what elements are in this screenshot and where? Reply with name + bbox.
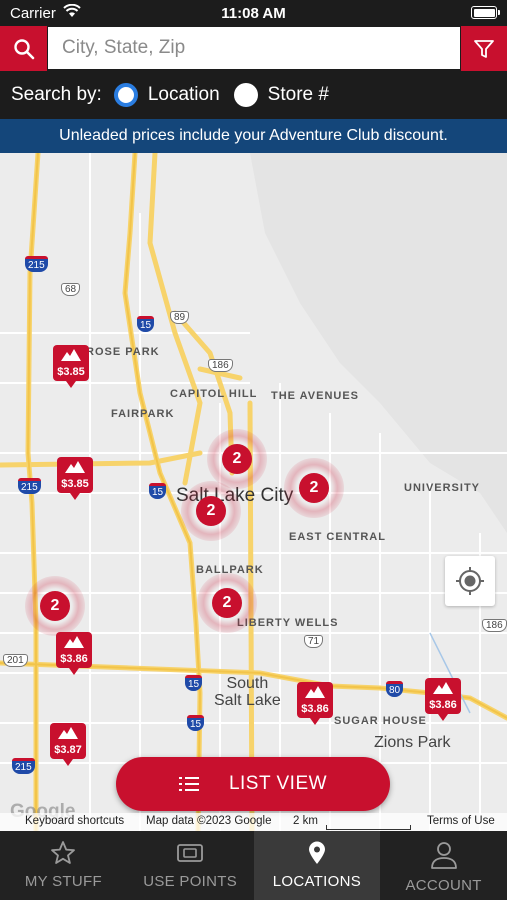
- star-icon: [51, 841, 76, 864]
- list-icon: [178, 777, 199, 791]
- clock: 11:08 AM: [221, 5, 286, 22]
- tab-label: USE POINTS: [143, 873, 238, 890]
- tab-account[interactable]: ACCOUNT: [380, 831, 507, 900]
- terms-link[interactable]: Terms of Use: [427, 815, 495, 827]
- discount-banner: Unleaded prices include your Adventure C…: [0, 119, 507, 153]
- list-view-button[interactable]: LIST VIEW: [116, 757, 390, 811]
- tab-use-points[interactable]: USE POINTS: [127, 831, 254, 900]
- store-logo-icon: [58, 727, 78, 739]
- cluster-count: 2: [40, 591, 70, 621]
- neighborhood-label: THE AVENUES: [271, 390, 360, 402]
- tab-bar: MY STUFF USE POINTS LOCATIONS ACCOUNT: [0, 831, 507, 900]
- road-shield: 186: [208, 359, 233, 372]
- store-price-pin[interactable]: $3.86: [425, 678, 461, 722]
- store-cluster-marker[interactable]: 2: [181, 481, 241, 541]
- my-location-button[interactable]: [445, 556, 495, 606]
- ticket-icon: [177, 844, 204, 862]
- keyboard-shortcuts-link[interactable]: Keyboard shortcuts: [25, 815, 124, 827]
- scale-label: 2 km: [293, 815, 318, 827]
- pin-price: $3.85: [61, 478, 89, 490]
- battery-icon: [471, 6, 500, 19]
- neighborhood-label: CAPITOL HILL: [170, 388, 258, 400]
- cluster-count: 2: [196, 496, 226, 526]
- radio-unselected-icon: [233, 83, 258, 107]
- tab-locations[interactable]: LOCATIONS: [253, 831, 381, 900]
- store-logo-icon: [61, 349, 81, 361]
- store-cluster-marker[interactable]: 2: [197, 573, 257, 633]
- road-shield: 80: [386, 681, 404, 697]
- pin-price: $3.86: [429, 699, 457, 711]
- store-price-pin[interactable]: $3.86: [297, 682, 333, 726]
- store-price-pin[interactable]: $3.85: [57, 457, 93, 501]
- tab-label: ACCOUNT: [405, 877, 482, 894]
- search-input[interactable]: [48, 27, 460, 69]
- store-price-pin[interactable]: $3.87: [50, 723, 86, 767]
- search-by-row: Search by: Location Store #: [0, 71, 507, 119]
- pin-price: $3.86: [301, 703, 329, 715]
- search-icon: [13, 38, 34, 59]
- neighborhood-label: ROSE PARK: [86, 346, 160, 358]
- filter-button[interactable]: [461, 26, 507, 71]
- map-data-text: Map data ©2023 Google: [146, 815, 272, 827]
- crosshair-icon: [456, 567, 484, 595]
- cluster-count: 2: [222, 444, 252, 474]
- tab-label: LOCATIONS: [272, 873, 362, 890]
- store-price-pin[interactable]: $3.86: [56, 632, 92, 676]
- pin-price: $3.86: [60, 653, 88, 665]
- road-shield: 215: [25, 256, 48, 272]
- neighborhood-label: FAIRPARK: [111, 408, 175, 420]
- road-shield: 186: [482, 619, 507, 632]
- store-cluster-marker[interactable]: 2: [284, 458, 344, 518]
- location-pin-icon: [308, 841, 325, 864]
- area-label: Zions Park: [374, 734, 451, 751]
- store-logo-icon: [64, 636, 84, 648]
- person-icon: [430, 842, 457, 869]
- tab-my-stuff[interactable]: MY STUFF: [0, 831, 127, 900]
- list-view-label: LIST VIEW: [228, 773, 328, 794]
- store-logo-icon: [433, 682, 453, 694]
- store-cluster-marker[interactable]: 2: [25, 576, 85, 636]
- store-logo-icon: [65, 461, 85, 473]
- road-shield: 15: [137, 316, 155, 332]
- neighborhood-label: SUGAR HOUSE: [334, 715, 427, 727]
- store-price-pin[interactable]: $3.85: [53, 345, 89, 389]
- pin-price: $3.87: [54, 744, 82, 756]
- map-view[interactable]: ROSE PARK CAPITOL HILL THE AVENUES FAIRP…: [0, 153, 507, 831]
- scale-bar: [326, 825, 411, 830]
- radio-store-number[interactable]: Store #: [233, 83, 329, 107]
- road-shield: 215: [18, 478, 41, 494]
- road-shield: 15: [149, 483, 167, 499]
- store-logo-icon: [305, 686, 325, 698]
- filter-icon: [474, 39, 494, 58]
- neighborhood-label: UNIVERSITY: [404, 482, 481, 494]
- store-cluster-marker[interactable]: 2: [207, 429, 267, 489]
- search-bar: [0, 26, 507, 71]
- road-shield: 15: [187, 715, 205, 731]
- radio-location[interactable]: Location: [113, 83, 220, 107]
- radio-selected-icon: [113, 83, 138, 107]
- tab-label: MY STUFF: [24, 873, 102, 890]
- road-shield: 215: [12, 758, 35, 774]
- area-label: South Salt Lake: [214, 675, 281, 709]
- status-bar: Carrier 11:08 AM: [0, 0, 507, 26]
- search-by-label: Search by:: [11, 84, 102, 105]
- cluster-count: 2: [299, 473, 329, 503]
- radio-location-label: Location: [147, 84, 220, 105]
- road-shield: 15: [185, 675, 203, 691]
- map-attribution: Keyboard shortcuts Map data ©2023 Google…: [0, 813, 507, 831]
- radio-store-label: Store #: [267, 84, 329, 105]
- cluster-count: 2: [212, 588, 242, 618]
- road-shield: 201: [3, 654, 28, 667]
- neighborhood-label: EAST CENTRAL: [289, 531, 386, 543]
- search-button[interactable]: [0, 26, 47, 71]
- pin-price: $3.85: [57, 366, 85, 378]
